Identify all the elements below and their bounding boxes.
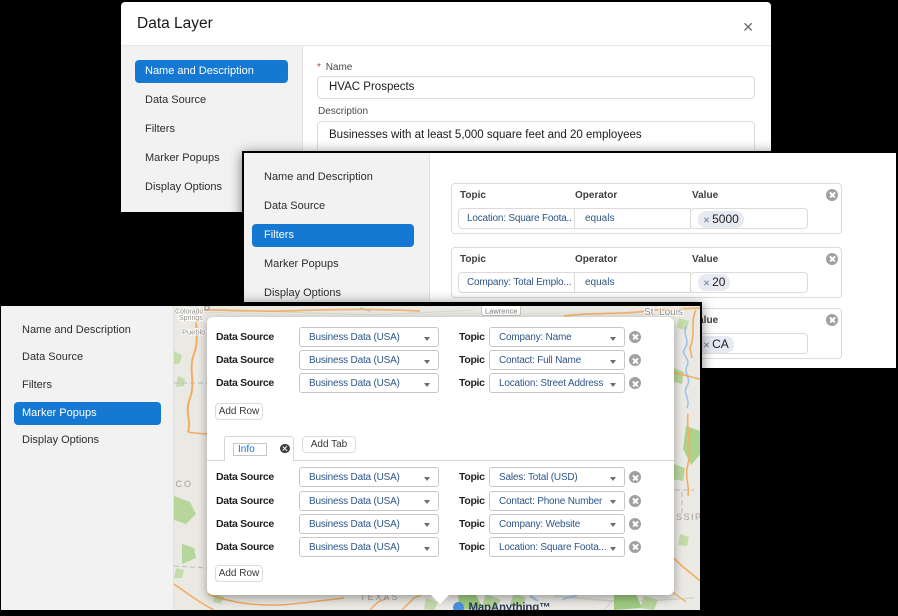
svg-text:Lawrence: Lawrence <box>485 306 518 315</box>
svg-text:CO: CO <box>176 479 194 489</box>
svg-text:Springs: Springs <box>179 315 203 322</box>
svg-text:Pueblo: Pueblo <box>182 327 205 336</box>
svg-text:ISSIP: ISSIP <box>672 512 700 522</box>
